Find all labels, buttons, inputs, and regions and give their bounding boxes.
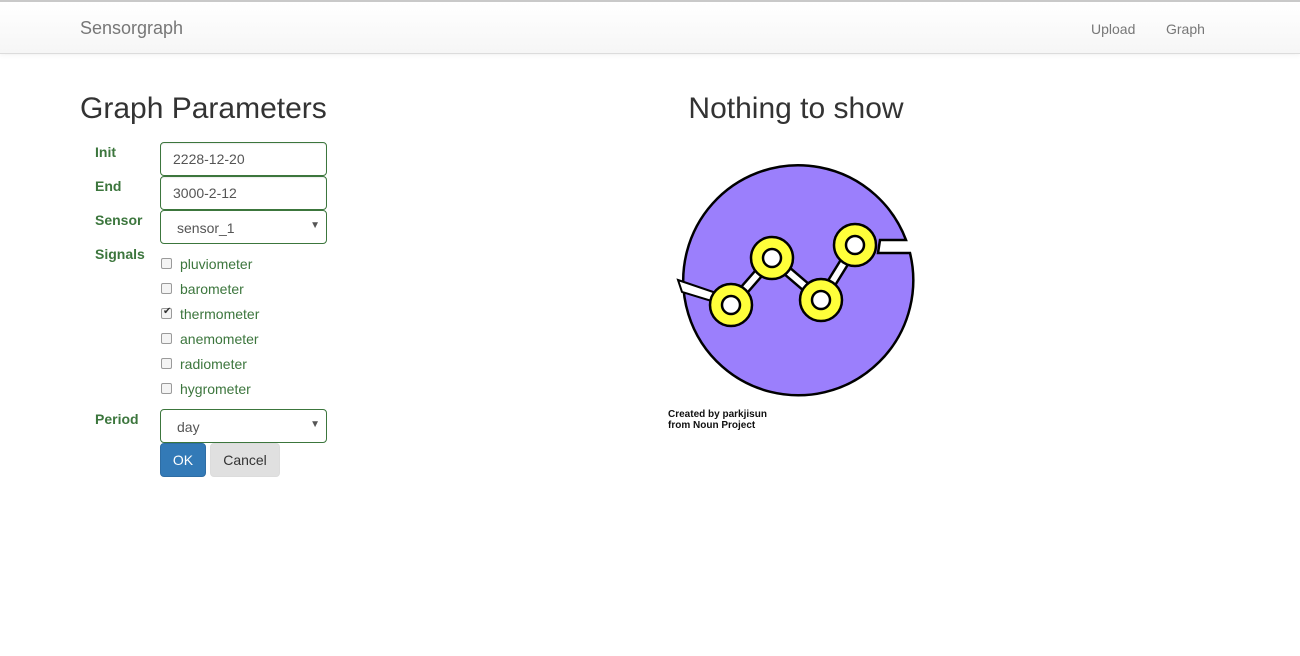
signal-option-label: radiometer bbox=[180, 356, 247, 372]
signal-option-label: anemometer bbox=[180, 331, 259, 347]
sensor-label: Sensor bbox=[95, 212, 143, 228]
chevron-down-icon: ▼ bbox=[310, 220, 320, 231]
credit-line-1: Created by parkjisun bbox=[668, 409, 767, 420]
empty-state-title: Nothing to show bbox=[688, 92, 904, 125]
hygrometer-checkbox[interactable] bbox=[161, 383, 172, 394]
period-label: Period bbox=[95, 411, 139, 427]
barometer-checkbox[interactable] bbox=[161, 283, 172, 294]
icon-credit: Created by parkjisun from Noun Project bbox=[668, 409, 767, 431]
signal-option-label: pluviometer bbox=[180, 256, 253, 272]
navbar: Sensorgraph Upload Graph bbox=[0, 0, 1300, 54]
graph-line-icon bbox=[676, 164, 915, 397]
signal-option-label: hygrometer bbox=[180, 381, 251, 397]
cancel-button[interactable]: Cancel bbox=[210, 443, 280, 477]
thermometer-checkbox[interactable] bbox=[161, 306, 172, 319]
init-label: Init bbox=[95, 144, 116, 160]
init-date-input[interactable] bbox=[160, 142, 327, 176]
signal-option-barometer[interactable]: barometer bbox=[160, 279, 360, 299]
signal-option-hygrometer[interactable]: hygrometer bbox=[160, 379, 360, 399]
end-date-input[interactable] bbox=[160, 176, 327, 210]
nav-upload-link[interactable]: Upload bbox=[1091, 21, 1135, 37]
pluviometer-checkbox[interactable] bbox=[161, 258, 172, 269]
ok-button[interactable]: OK bbox=[160, 443, 206, 477]
credit-line-2: from Noun Project bbox=[668, 420, 756, 431]
params-title: Graph Parameters bbox=[80, 92, 327, 125]
nav-graph-link[interactable]: Graph bbox=[1166, 21, 1205, 37]
signal-option-label: thermometer bbox=[180, 306, 260, 322]
period-select[interactable]: day ▼ bbox=[160, 409, 327, 443]
period-select-value: day bbox=[177, 419, 200, 435]
radiometer-checkbox[interactable] bbox=[161, 358, 172, 369]
sensor-select-value: sensor_1 bbox=[177, 220, 235, 236]
chevron-down-icon: ▼ bbox=[310, 419, 320, 430]
end-label: End bbox=[95, 178, 122, 194]
brand-link[interactable]: Sensorgraph bbox=[80, 18, 183, 39]
signal-option-thermometer[interactable]: thermometer bbox=[160, 304, 360, 324]
anemometer-checkbox[interactable] bbox=[161, 333, 172, 344]
signals-label: Signals bbox=[95, 246, 145, 262]
signal-option-anemometer[interactable]: anemometer bbox=[160, 329, 360, 349]
signal-option-pluviometer[interactable]: pluviometer bbox=[160, 254, 360, 274]
signal-option-label: barometer bbox=[180, 281, 244, 297]
signal-option-radiometer[interactable]: radiometer bbox=[160, 354, 360, 374]
sensor-select[interactable]: sensor_1 ▼ bbox=[160, 210, 327, 244]
